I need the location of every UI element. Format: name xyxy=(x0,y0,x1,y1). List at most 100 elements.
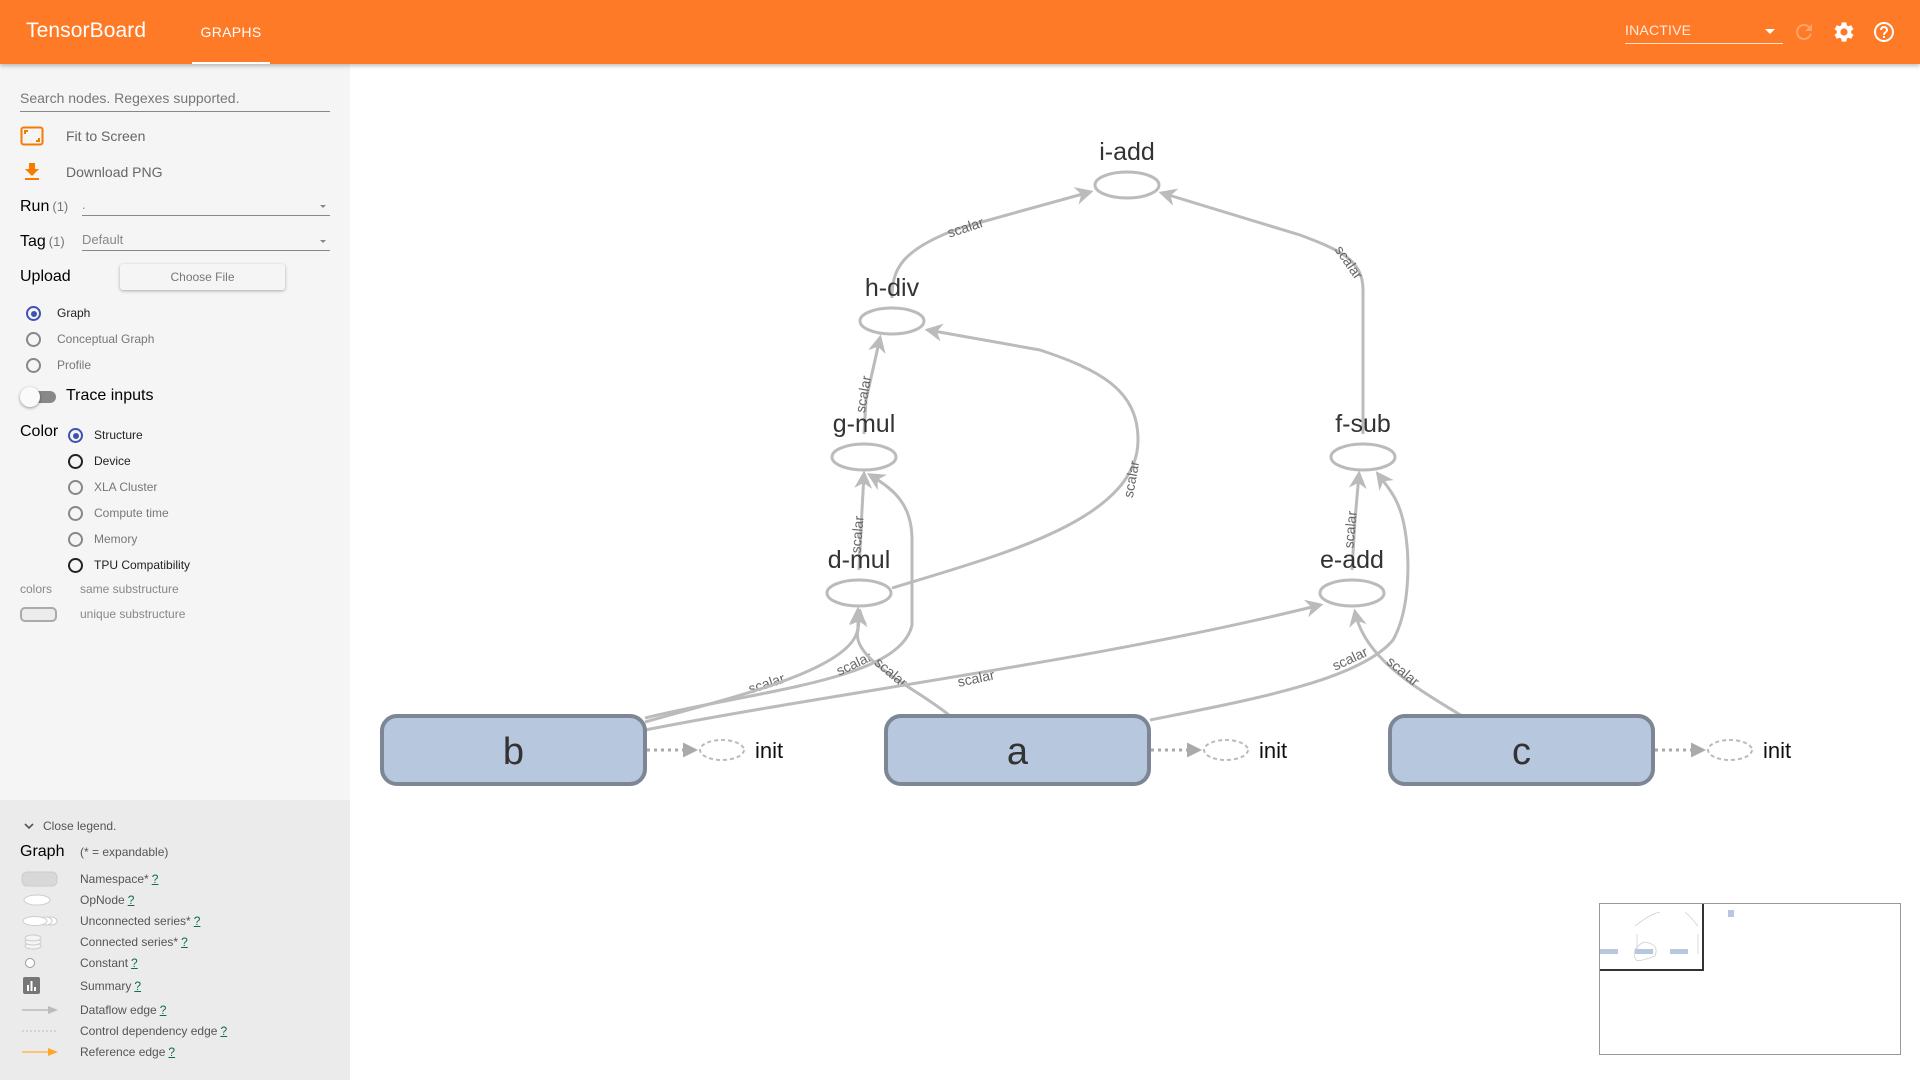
run-selector: Run (1) . xyxy=(20,194,330,220)
edge-label: scalar xyxy=(1120,459,1142,499)
radio-graph-label: Graph xyxy=(57,306,91,320)
edge-b-to-d-mul[interactable] xyxy=(644,606,867,724)
op-node-label: h-div xyxy=(865,274,920,302)
edge-h-div-to-i-add[interactable] xyxy=(890,187,1094,299)
edge-f-sub-to-i-add[interactable] xyxy=(1158,188,1365,434)
tag-count: (1) xyxy=(48,234,65,249)
tab-graphs[interactable]: GRAPHS xyxy=(192,0,270,64)
radio-unselected-icon xyxy=(68,506,83,521)
init-node-ellipse[interactable] xyxy=(1707,739,1753,761)
help-link[interactable]: ? xyxy=(128,893,135,907)
edge-label: scalar xyxy=(945,214,986,241)
run-count: (1) xyxy=(52,199,69,214)
op-node-label: f-sub xyxy=(1335,410,1391,438)
search-nodes-field[interactable] xyxy=(20,90,330,112)
constant-icon xyxy=(25,958,35,968)
control-dependency-edge-icon xyxy=(22,1030,58,1032)
help-link[interactable]: ? xyxy=(131,956,138,970)
opnode-ellipse[interactable] xyxy=(1329,442,1397,472)
help-link[interactable]: ? xyxy=(160,1003,167,1017)
help-link[interactable]: ? xyxy=(194,914,201,928)
op-node-g-mul[interactable]: g-mul xyxy=(830,410,898,472)
minimap[interactable] xyxy=(1599,903,1901,1055)
namespace-node-a[interactable]: a init xyxy=(884,714,1287,786)
run-value: . xyxy=(82,197,86,212)
op-node-f-sub[interactable]: f-sub xyxy=(1329,410,1397,472)
radio-selected-icon xyxy=(26,306,41,321)
opnode-icon xyxy=(23,894,51,906)
op-node-label: e-add xyxy=(1320,546,1384,574)
radio-tpu-compatibility-label: TPU Compatibility xyxy=(94,558,191,572)
download-png-label: Download PNG xyxy=(66,164,163,180)
summary-icon xyxy=(23,977,40,994)
namespace-node-b[interactable]: b init xyxy=(380,714,783,786)
fit-screen-icon xyxy=(20,126,44,146)
legend-reference-edge-label: Reference edge xyxy=(80,1045,166,1059)
radio-compute-time-label: Compute time xyxy=(94,506,169,520)
refresh-icon[interactable] xyxy=(1792,20,1816,44)
upload-label: Upload xyxy=(20,268,71,285)
init-node-ellipse[interactable] xyxy=(699,739,745,761)
help-link[interactable]: ? xyxy=(168,1045,175,1059)
unconnected-series-icon xyxy=(22,916,58,926)
init-node-ellipse[interactable] xyxy=(1203,739,1249,761)
namespace-node-c[interactable]: c init xyxy=(1388,714,1791,786)
radio-unselected-icon xyxy=(68,454,83,469)
opnode-ellipse[interactable] xyxy=(1318,578,1386,608)
radio-unselected-icon xyxy=(68,480,83,495)
legend-summary-label: Summary xyxy=(80,979,132,993)
opnode-ellipse[interactable] xyxy=(858,306,926,336)
trace-inputs-label: Trace inputs xyxy=(66,387,154,404)
close-legend-label: Close legend. xyxy=(43,819,117,833)
toggle-knob xyxy=(20,387,40,407)
op-node-i-add[interactable]: i-add xyxy=(1093,138,1161,200)
run-label-wrap: Run (1) xyxy=(20,198,68,216)
radio-selected-icon xyxy=(68,428,83,443)
chevron-down-icon xyxy=(1765,29,1775,34)
app-title: TensorBoard xyxy=(26,19,147,42)
opnode-ellipse[interactable] xyxy=(825,578,893,608)
help-icon[interactable] xyxy=(1872,20,1896,44)
edge-label: scalar xyxy=(1332,242,1367,282)
run-status-value: INACTIVE xyxy=(1625,22,1692,38)
unique-substructure-label: unique substructure xyxy=(80,607,186,621)
help-link[interactable]: ? xyxy=(181,935,188,949)
legend-title: Graph xyxy=(20,843,65,860)
run-status-dropdown[interactable]: INACTIVE xyxy=(1625,18,1783,44)
radio-memory-label: Memory xyxy=(94,532,138,546)
active-tab-indicator xyxy=(192,62,270,64)
edge-d-mul-to-h-div[interactable] xyxy=(891,323,1140,590)
help-link[interactable]: ? xyxy=(134,979,141,993)
search-nodes-input[interactable] xyxy=(20,90,330,106)
chevron-down-icon xyxy=(320,205,326,208)
op-node-label: d-mul xyxy=(828,546,891,574)
run-label: Run xyxy=(20,198,50,215)
legend-control-dependency-edge-label: Control dependency edge xyxy=(80,1024,218,1038)
tag-value: Default xyxy=(82,232,124,247)
reference-edge-icon xyxy=(22,1048,58,1056)
top-app-bar: TensorBoard GRAPHS INACTIVE xyxy=(0,0,1920,64)
help-link[interactable]: ? xyxy=(152,872,159,886)
edge-label: scalar xyxy=(956,666,996,689)
edge-label: scalar xyxy=(852,374,874,414)
connected-series-icon xyxy=(24,934,42,950)
namespace-label: b xyxy=(503,731,524,773)
radio-structure-label: Structure xyxy=(94,428,143,442)
minimap-viewport[interactable] xyxy=(1600,904,1704,971)
run-dropdown[interactable]: . xyxy=(82,196,330,216)
opnode-ellipse[interactable] xyxy=(830,442,898,472)
same-substructure-label: same substructure xyxy=(80,582,179,596)
tag-dropdown[interactable]: Default xyxy=(82,231,330,251)
choose-file-button[interactable]: Choose File xyxy=(120,264,285,290)
edge-b-to-e-add[interactable] xyxy=(644,599,1324,732)
sidebar: Fit to Screen Download PNG Run(1) . Tag(… xyxy=(0,64,350,800)
help-link[interactable]: ? xyxy=(220,1024,227,1038)
trace-inputs-toggle[interactable] xyxy=(20,387,58,407)
op-node-e-add[interactable]: e-add xyxy=(1318,546,1386,608)
op-node-h-div[interactable]: h-div xyxy=(858,274,926,336)
radio-unselected-icon xyxy=(26,332,41,347)
opnode-ellipse[interactable] xyxy=(1093,170,1161,200)
op-node-d-mul[interactable]: d-mul xyxy=(825,546,893,608)
radio-conceptual-graph-label: Conceptual Graph xyxy=(57,332,155,346)
settings-icon[interactable] xyxy=(1832,20,1856,44)
